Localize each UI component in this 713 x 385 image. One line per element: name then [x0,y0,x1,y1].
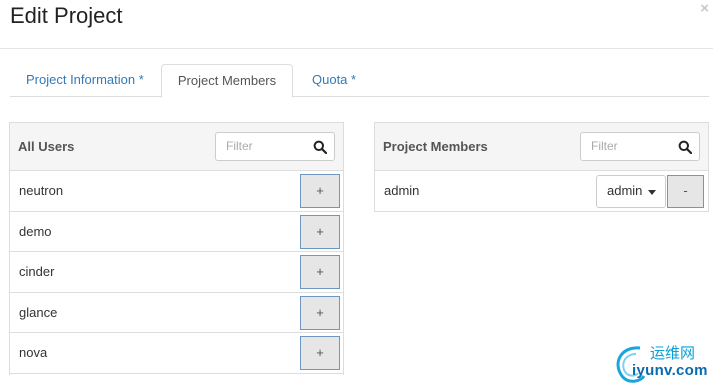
project-members-title: Project Members [383,139,488,154]
tab-project-information[interactable]: Project Information * [26,64,144,97]
list-item: demo + [10,212,343,252]
watermark-logo: 运维网 iyunv.com [610,340,713,385]
add-user-button[interactable]: + [300,336,340,370]
remove-member-button[interactable]: - [667,175,704,208]
project-members-panel: Project Members admin admin - [374,122,709,212]
watermark-text-domain: iyunv.com [632,362,708,379]
tab-project-members[interactable]: Project Members [161,64,293,98]
list-item: neutron + [10,171,343,212]
member-name: admin [384,183,420,198]
member-row: admin admin - [375,171,708,212]
user-name: nova [19,345,48,360]
all-users-filter [215,132,335,161]
add-user-button[interactable]: + [300,214,340,249]
all-users-filter-input[interactable] [216,133,304,159]
header-divider [0,48,713,49]
caret-down-icon [648,190,656,195]
project-members-filter-input[interactable] [581,133,669,159]
add-user-button[interactable]: + [300,255,340,289]
role-dropdown[interactable]: admin [596,175,666,208]
project-members-header: Project Members [375,123,708,171]
add-user-button[interactable]: + [300,174,340,208]
user-name: neutron [19,183,64,198]
modal-title: Edit Project [10,3,123,28]
search-icon[interactable] [313,140,327,154]
list-item: nova + [10,333,343,374]
role-value: admin [607,183,643,198]
project-members-filter [580,132,700,161]
list-item: glance + [10,293,343,333]
add-user-button[interactable]: + [300,295,340,330]
tab-quota[interactable]: Quota * [312,64,356,97]
watermark-text-cn: 运维网 [650,344,696,362]
all-users-title: All Users [18,139,75,154]
all-users-panel: All Users neutron + demo + cinder + glan… [9,122,344,375]
user-name: cinder [19,264,55,279]
list-item: cinder + [10,252,343,293]
user-name: demo [19,223,52,239]
search-icon[interactable] [678,140,692,154]
all-users-header: All Users [10,123,343,171]
user-name: glance [19,304,58,320]
tab-bar: Project Information * Project Members Qu… [10,64,709,98]
close-icon[interactable]: × [700,0,709,17]
